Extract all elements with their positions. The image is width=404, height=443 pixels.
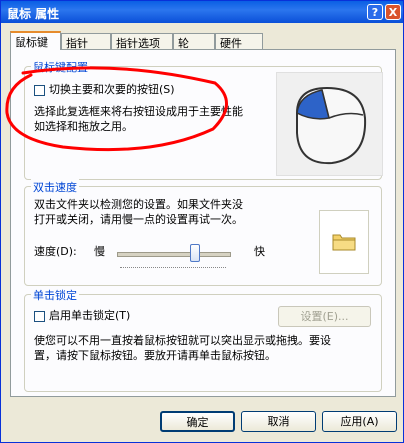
description-line: 打开或关闭，请用慢一点的设置再试一次。 — [34, 213, 243, 226]
description-line: 使您可以不用一直按着鼠标按钮就可以突出显示或拖拽。要设 — [34, 334, 331, 347]
group-label: 鼠标键配置 — [31, 59, 90, 75]
slow-label: 慢 — [94, 245, 105, 258]
tab-pointer-options[interactable]: 指针选项 — [111, 33, 173, 50]
ok-button[interactable]: 确定 — [160, 411, 235, 432]
enable-click-lock-label[interactable]: 启用单击锁定(T) — [49, 308, 130, 323]
mouse-icon — [296, 86, 367, 165]
settings-button[interactable]: 设置(E)... — [278, 306, 371, 327]
tab-label: 鼠标键 — [15, 36, 48, 49]
close-button[interactable]: X — [385, 4, 401, 20]
tab-panel: 鼠标键配置 切换主要和次要的按钮(S) 选择此复选框来将右按钮设成用于主要性能 … — [10, 49, 396, 397]
slider-ticks — [120, 267, 226, 269]
tab-pointers[interactable]: 指针 — [61, 33, 111, 50]
speed-slider-track[interactable] — [117, 252, 231, 257]
window-title: 鼠标 属性 — [7, 7, 60, 21]
enable-click-lock-checkbox[interactable] — [34, 311, 45, 322]
description-line: 如选择和拖放之用。 — [34, 120, 133, 133]
speed-label: 速度(D): — [34, 245, 77, 258]
description-line: 选择此复选框来将右按钮设成用于主要性能 — [34, 105, 243, 118]
title-bar[interactable]: 鼠标 属性 ? X — [1, 1, 403, 23]
description-line: 置，请按下鼠标按钮。要放开请再单击鼠标按钮。 — [34, 349, 276, 362]
switch-buttons-label[interactable]: 切换主要和次要的按钮(S) — [49, 82, 175, 97]
help-button[interactable]: ? — [367, 4, 383, 20]
apply-button[interactable]: 应用(A) — [322, 411, 397, 432]
tab-hardware[interactable]: 硬件 — [215, 33, 263, 50]
double-click-group: 双击速度 双击文件夹以检测您的设置。如果文件夹没 打开或关闭，请用慢一点的设置再… — [24, 179, 382, 286]
folder-icon[interactable] — [320, 211, 368, 273]
tab-wheel[interactable]: 轮 — [173, 33, 215, 50]
tab-buttons[interactable]: 鼠标键 — [10, 31, 61, 50]
mouse-illustration — [276, 72, 383, 176]
fast-label: 快 — [254, 245, 265, 258]
switch-buttons-checkbox[interactable] — [34, 85, 45, 96]
group-label: 单击锁定 — [31, 287, 79, 303]
speed-slider-thumb[interactable] — [190, 244, 201, 262]
description-line: 双击文件夹以检测您的设置。如果文件夹没 — [34, 198, 243, 211]
group-label: 双击速度 — [31, 179, 79, 195]
click-lock-group: 单击锁定 启用单击锁定(T) 设置(E)... 使您可以不用一直按着鼠标按钮就可… — [24, 287, 382, 392]
mouse-properties-window: 鼠标 属性 ? X 鼠标键 指针 指针选项 轮 硬件 鼠标键配置 切换主要和次要… — [0, 0, 404, 443]
test-folder-box[interactable] — [319, 210, 369, 274]
cancel-button[interactable]: 取消 — [241, 411, 316, 432]
